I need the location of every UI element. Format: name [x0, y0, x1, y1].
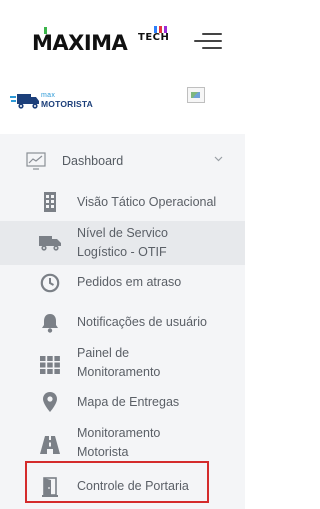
map-pin-icon [38, 390, 62, 414]
building-icon [38, 190, 62, 214]
brand-name: MOTORISTA [41, 99, 94, 109]
sidebar-item-monitoramento-motorista[interactable]: Monitoramento Motorista [0, 424, 245, 466]
sidebar-item-notificacoes[interactable]: Notificações de usuário [0, 310, 245, 336]
sidebar-item-visao-tatico[interactable]: Visão Tático Operacional [0, 190, 245, 216]
sidebar-item-controle-portaria[interactable]: Controle de Portaria [0, 474, 245, 500]
sidebar-item-label: Motorista [77, 445, 129, 459]
hamburger-line [202, 47, 222, 49]
chevron-down-icon[interactable] [214, 156, 223, 162]
sidebar-item-label: Dashboard [62, 154, 124, 168]
sidebar-item-label: Monitoramento [77, 365, 161, 379]
chart-icon [26, 152, 46, 170]
bell-icon [38, 311, 62, 335]
sidebar-item-label: Nível de Servico [77, 226, 169, 240]
sidebar-item-label: Visão Tático Operacional [77, 195, 217, 209]
door-icon [38, 475, 62, 499]
sidebar-item-label: Monitoramento [77, 426, 161, 440]
logo-suffix-text: TECH [138, 32, 170, 43]
app-header: MAXIMA TECH [0, 0, 245, 72]
sidebar-item-label: Logístico - OTIF [77, 245, 167, 259]
brand-row: max MOTORISTA [0, 72, 245, 134]
hamburger-line [194, 40, 222, 42]
sidebar-nav: Dashboard Visão Tático Operacional Nível… [0, 134, 245, 509]
sidebar-item-pedidos-atraso[interactable]: Pedidos em atraso [0, 270, 245, 296]
hamburger-line [202, 33, 222, 35]
grid-icon [38, 353, 62, 377]
sidebar-item-label: Pedidos em atraso [77, 275, 182, 289]
sidebar-item-nivel-servico[interactable]: Nível de Servico Logístico - OTIF [0, 221, 245, 265]
road-icon [38, 433, 62, 457]
sidebar-item-label: Mapa de Entregas [77, 395, 180, 409]
truck-icon [10, 94, 39, 109]
sidebar-item-label: Notificações de usuário [77, 315, 207, 329]
hamburger-icon[interactable] [194, 33, 222, 49]
sidebar-item-label: Painel de [77, 346, 130, 360]
sidebar-item-painel-monitoramento[interactable]: Painel de Monitoramento [0, 344, 245, 386]
sidebar-item-label: Controle de Portaria [77, 479, 189, 493]
sidebar-item-mapa-entregas[interactable]: Mapa de Entregas [0, 390, 245, 416]
broken-image-icon [187, 87, 205, 103]
sidebar-item-dashboard[interactable]: Dashboard [0, 142, 245, 180]
brand-prefix: max [41, 92, 56, 99]
clock-icon [38, 271, 62, 295]
logo-main-text: MAXIMA [32, 31, 128, 55]
truck-icon [38, 231, 62, 255]
